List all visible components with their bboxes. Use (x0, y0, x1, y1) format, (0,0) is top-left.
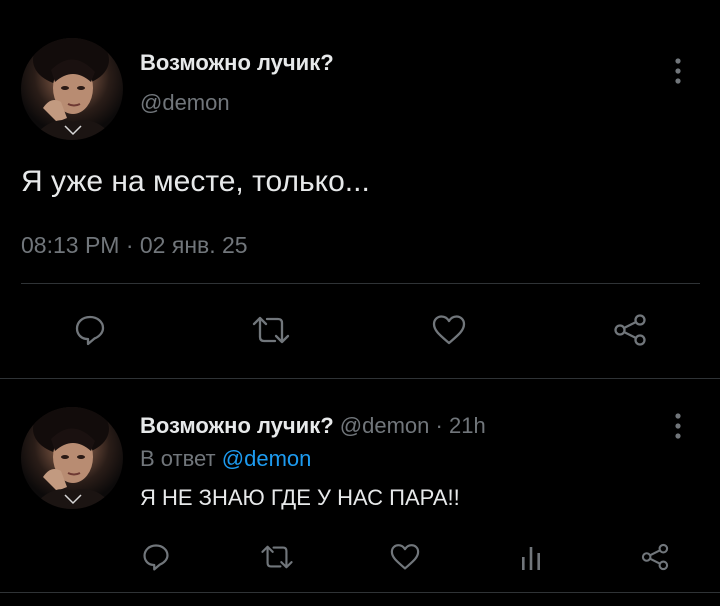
reply-header: Возможно лучик? @demon · 21h (140, 412, 486, 440)
like-icon[interactable] (388, 541, 422, 573)
handle[interactable]: @demon (140, 90, 230, 116)
more-options-icon[interactable] (666, 411, 690, 441)
tweet-text: Я НЕ ЗНАЮ ГДЕ У НАС ПАРА!! (140, 485, 460, 510)
separator: · (435, 413, 443, 438)
reply-tweet[interactable]: Возможно лучик? @demon · 21h В ответ @de… (0, 379, 720, 591)
tweet-time: 21h (448, 413, 486, 438)
tweet-timestamp[interactable]: 08:13 PM · 02 янв. 25 (21, 231, 248, 259)
avatar[interactable] (21, 38, 123, 140)
handle[interactable]: @demon (340, 413, 430, 438)
like-icon[interactable] (430, 312, 468, 348)
main-tweet: Возможно лучик? @demon Я уже на месте, т… (0, 0, 720, 378)
retweet-icon[interactable] (250, 312, 292, 348)
more-options-icon[interactable] (666, 56, 690, 86)
bottom-divider (0, 592, 720, 593)
reply-icon[interactable] (72, 312, 108, 348)
reply-to-link[interactable]: @demon (222, 446, 312, 471)
share-icon[interactable] (611, 312, 649, 348)
avatar[interactable] (21, 407, 123, 509)
reply-context: В ответ @demon (140, 445, 311, 473)
stats-icon[interactable] (516, 543, 546, 573)
retweet-icon[interactable] (258, 541, 296, 573)
display-name[interactable]: Возможно лучик? (140, 50, 334, 76)
share-icon[interactable] (638, 541, 672, 573)
reply-prefix: В ответ (140, 446, 216, 471)
display-name[interactable]: Возможно лучик? (140, 413, 334, 438)
tweet-text: Я уже на месте, только... (21, 165, 370, 198)
reply-icon[interactable] (140, 541, 172, 573)
divider (21, 283, 700, 284)
